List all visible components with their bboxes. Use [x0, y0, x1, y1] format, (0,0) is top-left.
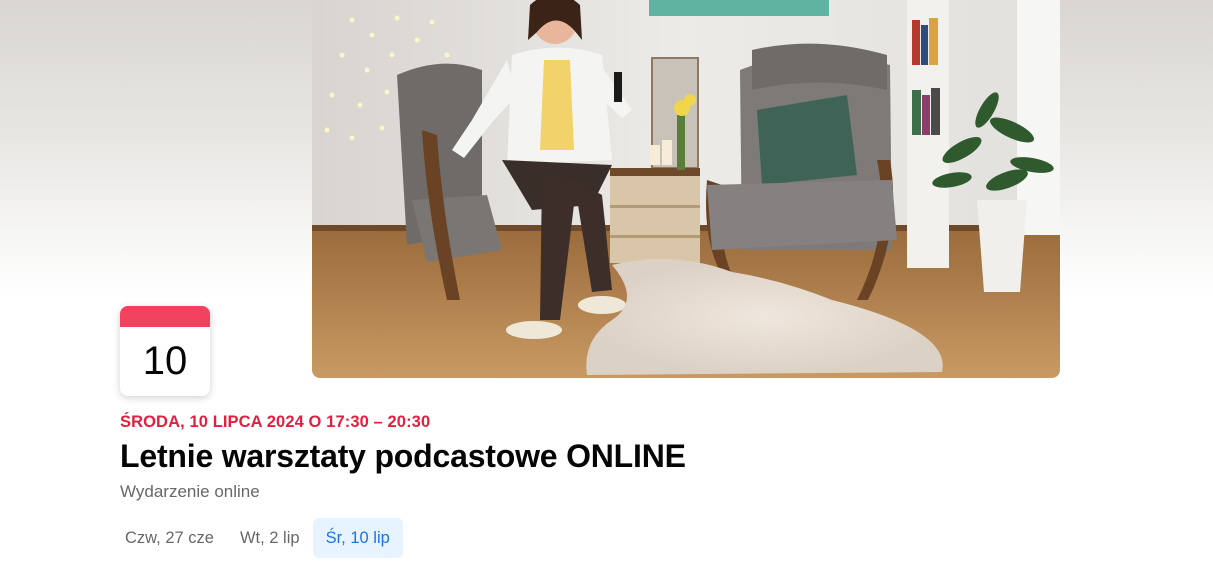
- cover-photo[interactable]: [312, 0, 1060, 378]
- calendar-header: [120, 306, 210, 327]
- date-tab-sr-10-lip[interactable]: Śr, 10 lip: [312, 518, 403, 558]
- date-tab-wt-2-lip[interactable]: Wt, 2 lip: [227, 518, 313, 558]
- date-tab-czw-27-cze[interactable]: Czw, 27 cze: [112, 518, 227, 558]
- event-location: Wydarzenie online: [120, 482, 260, 501]
- event-date-time: ŚRODA, 10 LIPCA 2024 O 17:30 – 20:30: [120, 413, 431, 431]
- cover-photo-illustration: [312, 0, 1060, 378]
- calendar-day: 10: [142, 339, 188, 383]
- date-tabs: Czw, 27 cze Wt, 2 lip Śr, 10 lip: [112, 518, 403, 558]
- calendar-icon: 10: [120, 306, 210, 396]
- event-title: Letnie warsztaty podcastowe ONLINE: [120, 438, 686, 474]
